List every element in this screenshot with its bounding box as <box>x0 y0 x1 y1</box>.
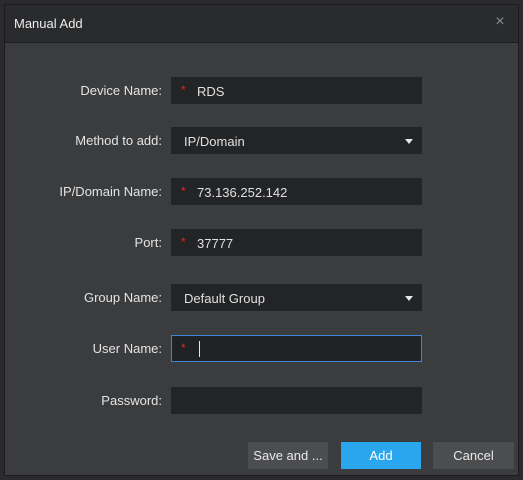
port-value: 37777 <box>197 236 234 251</box>
ip-domain-input[interactable]: * 73.136.252.142 <box>171 178 422 205</box>
method-value: IP/Domain <box>184 134 245 149</box>
dropdown-arrow-icon[interactable] <box>405 296 413 301</box>
dropdown-arrow-icon[interactable] <box>405 139 413 144</box>
required-mark: * <box>181 235 186 249</box>
required-mark: * <box>181 83 186 97</box>
ip-domain-row: IP/Domain Name: * 73.136.252.142 <box>5 178 518 206</box>
required-mark: * <box>181 184 186 198</box>
group-label: Group Name: <box>83 290 162 305</box>
ip-domain-value: 73.136.252.142 <box>197 185 288 200</box>
add-button[interactable]: Add <box>341 442 421 469</box>
cancel-button[interactable]: Cancel <box>433 442 514 469</box>
password-row: Password: <box>5 387 518 415</box>
device-name-row: Device Name: * RDS <box>5 77 518 105</box>
password-label: Password: <box>101 393 162 408</box>
port-label: Port: <box>134 235 162 250</box>
user-name-row: User Name: * <box>5 335 518 363</box>
required-mark: * <box>181 341 186 355</box>
device-name-label: Device Name: <box>80 83 162 98</box>
password-input[interactable] <box>171 387 422 414</box>
group-value: Default Group <box>184 291 265 306</box>
ip-domain-label: IP/Domain Name: <box>59 184 162 199</box>
port-row: Port: * 37777 <box>5 229 518 257</box>
user-name-input[interactable]: * <box>171 335 422 362</box>
device-name-value: RDS <box>197 84 225 99</box>
method-row: Method to add: IP/Domain <box>5 127 518 155</box>
dialog-title: Manual Add <box>14 16 83 31</box>
method-label: Method to add: <box>75 133 162 148</box>
dialog-titlebar: Manual Add × <box>5 5 518 43</box>
close-icon[interactable]: × <box>490 12 510 32</box>
user-name-label: User Name: <box>92 341 162 356</box>
device-name-input[interactable]: * RDS <box>171 77 422 104</box>
port-input[interactable]: * 37777 <box>171 229 422 256</box>
save-and-button[interactable]: Save and ... <box>248 442 328 469</box>
group-select[interactable]: Default Group <box>171 284 422 311</box>
group-row: Group Name: Default Group <box>5 284 518 312</box>
text-caret <box>199 341 200 357</box>
manual-add-dialog: Manual Add × Device Name: * RDS Method t… <box>4 4 519 476</box>
method-select[interactable]: IP/Domain <box>171 127 422 154</box>
